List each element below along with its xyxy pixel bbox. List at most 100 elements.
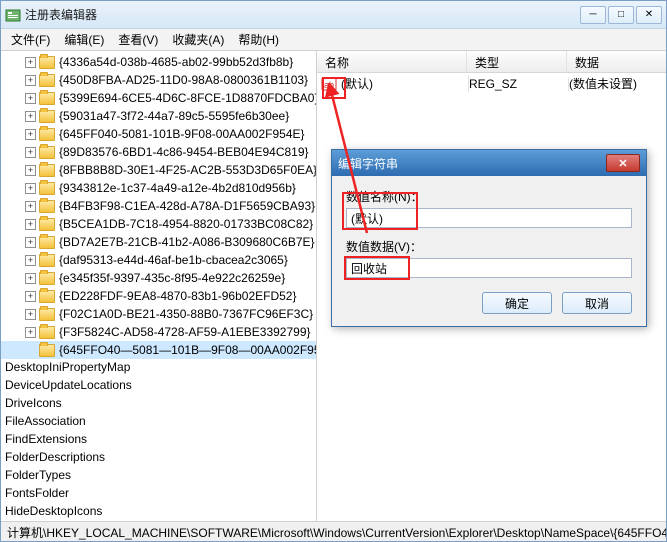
edit-string-dialog: 编辑字符串 ✕ 数值名称(N)： 数值数据(V)： 确定 取消	[331, 149, 647, 327]
tree-item[interactable]: DesktopIniPropertyMap	[1, 359, 316, 377]
tree-item[interactable]: + {89D83576-6BD1-4c86-9454-BEB04E94C819}	[1, 143, 316, 161]
svg-text:ab: ab	[324, 80, 334, 90]
folder-icon	[39, 164, 55, 177]
tree-item[interactable]: FontsFolder	[1, 485, 316, 503]
menu-view[interactable]: 查看(V)	[112, 29, 164, 50]
expand-toggle[interactable]: +	[25, 327, 36, 338]
tree-item[interactable]: +{B4FB3F98-C1EA-428d-A78A-D1F5659CBA93}	[1, 197, 316, 215]
minimize-button[interactable]: ─	[580, 6, 606, 24]
folder-icon	[39, 92, 55, 105]
tree-item[interactable]: + {645FF040-5081-101B-9F08-00AA002F954E}	[1, 125, 316, 143]
tree-item-label: {B5CEA1DB-7C18-4954-8820-01733BC08C82}	[59, 217, 313, 231]
tree-item[interactable]: HideDesktopIcons	[1, 503, 316, 521]
tree-item[interactable]: FolderTypes	[1, 467, 316, 485]
expand-toggle[interactable]: +	[25, 75, 36, 86]
close-button[interactable]: ✕	[636, 6, 662, 24]
val-type: REG_SZ	[469, 77, 569, 91]
expand-toggle[interactable]: +	[25, 201, 36, 212]
menubar: 文件(F) 编辑(E) 查看(V) 收藏夹(A) 帮助(H)	[1, 29, 666, 51]
tree-item-label: {ED228FDF-9EA8-4870-83b1-96b02EFD52}	[59, 289, 296, 303]
dialog-buttons: 确定 取消	[346, 288, 632, 316]
list-row-default[interactable]: ab (默认) REG_SZ (数值未设置)	[317, 73, 666, 94]
val-data: (数值未设置)	[569, 75, 662, 92]
tree-item[interactable]: + {F3F5824C-AD58-4728-AF59-A1EBE3392799}	[1, 323, 316, 341]
folder-icon	[39, 272, 55, 285]
tree-item-label: {645FFO40—5081—101B—9F08—00AA002F954E}	[59, 343, 317, 357]
folder-icon	[39, 290, 55, 303]
expand-toggle[interactable]: +	[25, 111, 36, 122]
tree-item[interactable]: FileAssociation	[1, 413, 316, 431]
tree-item[interactable]: + {B5CEA1DB-7C18-4954-8820-01733BC08C82}	[1, 215, 316, 233]
menu-help[interactable]: 帮助(H)	[232, 29, 285, 50]
folder-icon	[39, 344, 55, 357]
col-type[interactable]: 类型	[467, 51, 567, 72]
app-icon	[5, 7, 21, 23]
tree-item[interactable]: FindExtensions	[1, 431, 316, 449]
folder-icon	[39, 308, 55, 321]
column-headers: 名称 类型 数据	[317, 51, 666, 73]
tree-item[interactable]: + {59031a47-3f72-44a7-89c5-5595fe6b30ee}	[1, 107, 316, 125]
folder-icon	[39, 200, 55, 213]
dialog-body: 数值名称(N)： 数值数据(V)： 确定 取消	[332, 176, 646, 326]
value-data-label: 数值数据(V)：	[346, 238, 632, 255]
tree-item[interactable]: +{645FFO40—5081—101B—9F08—00AA002F954E}	[1, 341, 316, 359]
expand-toggle[interactable]: +	[25, 57, 36, 68]
tree-item[interactable]: + {F02C1A0D-BE21-4350-88B0-7367FC96EF3C}	[1, 305, 316, 323]
value-name-input[interactable]	[346, 208, 632, 228]
tree-item[interactable]: DeviceUpdateLocations	[1, 377, 316, 395]
tree-item-label: {F3F5824C-AD58-4728-AF59-A1EBE3392799}	[59, 325, 311, 339]
tree-item[interactable]: +{8FBB8B8D-30E1-4F25-AC2B-553D3D65F0EA}	[1, 161, 316, 179]
col-name[interactable]: 名称	[317, 51, 467, 72]
expand-toggle[interactable]: +	[25, 129, 36, 140]
folder-icon	[39, 146, 55, 159]
value-name-label: 数值名称(N)：	[346, 188, 632, 205]
tree-item[interactable]: + {5399E694-6CE5-4D6C-8FCE-1D8870FDCBA0}	[1, 89, 316, 107]
window-controls: ─ □ ✕	[580, 6, 662, 24]
window-title: 注册表编辑器	[25, 6, 580, 23]
tree-item[interactable]: + {ED228FDF-9EA8-4870-83b1-96b02EFD52}	[1, 287, 316, 305]
menu-edit[interactable]: 编辑(E)	[58, 29, 110, 50]
tree-item[interactable]: FolderDescriptions	[1, 449, 316, 467]
cancel-button[interactable]: 取消	[562, 292, 632, 314]
folder-icon	[39, 74, 55, 87]
dialog-titlebar: 编辑字符串 ✕	[332, 150, 646, 176]
tree-item-label: {F02C1A0D-BE21-4350-88B0-7367FC96EF3C}	[59, 307, 313, 321]
expand-toggle[interactable]: +	[25, 93, 36, 104]
folder-icon	[39, 56, 55, 69]
expand-toggle[interactable]: +	[25, 237, 36, 248]
tree-item-label: {daf95313-e44d-46af-be1b-cbacea2c3065}	[59, 253, 288, 267]
expand-toggle[interactable]: +	[25, 309, 36, 320]
regedit-window: 注册表编辑器 ─ □ ✕ 文件(F) 编辑(E) 查看(V) 收藏夹(A) 帮助…	[0, 0, 667, 542]
tree-item[interactable]: DriveIcons	[1, 395, 316, 413]
expand-toggle[interactable]: +	[25, 273, 36, 284]
tree-item-label: {5399E694-6CE5-4D6C-8FCE-1D8870FDCBA0}	[59, 91, 317, 105]
expand-toggle[interactable]: +	[25, 291, 36, 302]
expand-toggle[interactable]: +	[25, 255, 36, 266]
tree-item[interactable]: +{BD7A2E7B-21CB-41b2-A086-B309680C6B7E}	[1, 233, 316, 251]
expand-toggle[interactable]: +	[25, 219, 36, 230]
ok-button[interactable]: 确定	[482, 292, 552, 314]
menu-file[interactable]: 文件(F)	[5, 29, 56, 50]
col-data[interactable]: 数据	[567, 51, 666, 72]
tree-item-label: {59031a47-3f72-44a7-89c5-5595fe6b30ee}	[59, 109, 289, 123]
expand-toggle[interactable]: +	[25, 147, 36, 158]
tree-pane[interactable]: +{4336a54d-038b-4685-ab02-99bb52d3fb8b}+…	[1, 51, 317, 521]
content-panes: +{4336a54d-038b-4685-ab02-99bb52d3fb8b}+…	[1, 51, 666, 521]
folder-icon	[39, 110, 55, 123]
folder-icon	[39, 326, 55, 339]
value-data-input[interactable]	[346, 258, 632, 278]
expand-toggle[interactable]: +	[25, 183, 36, 194]
tree-item[interactable]: +{9343812e-1c37-4a49-a12e-4b2d810d956b}	[1, 179, 316, 197]
maximize-button[interactable]: □	[608, 6, 634, 24]
dialog-close-button[interactable]: ✕	[606, 154, 640, 172]
tree-item[interactable]: + {4336a54d-038b-4685-ab02-99bb52d3fb8b}	[1, 53, 316, 71]
statusbar: 计算机\HKEY_LOCAL_MACHINE\SOFTWARE\Microsof…	[1, 521, 666, 541]
tree-item-label: {645FF040-5081-101B-9F08-00AA002F954E}	[59, 127, 305, 141]
tree-item[interactable]: +{e345f35f-9397-435c-8f95-4e922c26259e}	[1, 269, 316, 287]
tree-item[interactable]: +{450D8FBA-AD25-11D0-98A8-0800361B1103}	[1, 71, 316, 89]
expand-toggle[interactable]: +	[25, 165, 36, 176]
tree-item[interactable]: + {daf95313-e44d-46af-be1b-cbacea2c3065}	[1, 251, 316, 269]
menu-fav[interactable]: 收藏夹(A)	[166, 29, 230, 50]
tree-item-label: {89D83576-6BD1-4c86-9454-BEB04E94C819}	[59, 145, 309, 159]
tree-item-label: {4336a54d-038b-4685-ab02-99bb52d3fb8b}	[59, 55, 293, 69]
